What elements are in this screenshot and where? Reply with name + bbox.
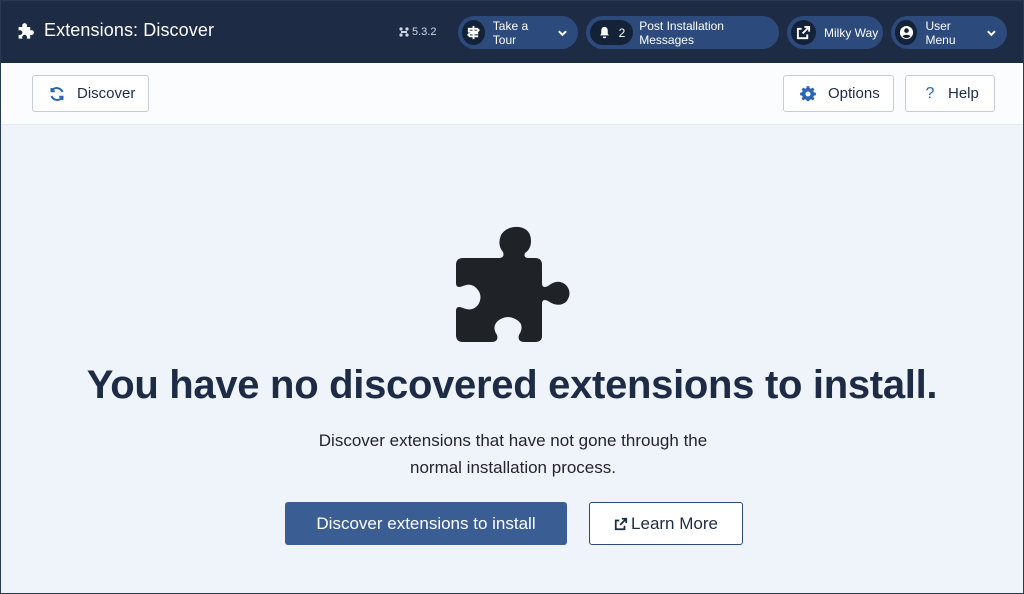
user-menu-label: User Menu xyxy=(925,18,956,47)
user-menu-button[interactable]: User Menu xyxy=(891,16,1007,49)
messages-indicator: 2 xyxy=(590,20,634,45)
brand: Extensions: Discover xyxy=(15,20,214,41)
messages-label: Post Installation Messages xyxy=(639,18,724,47)
take-a-tour-label: Take a Tour xyxy=(492,18,529,47)
learn-more-label: Learn More xyxy=(631,513,718,533)
version-badge: 5.3.2 xyxy=(399,26,436,38)
chevron-down-icon xyxy=(558,29,567,36)
app-window: Extensions: Discover 5.3.2 Take a Tour 2 xyxy=(0,0,1024,594)
help-label: Help xyxy=(948,85,979,102)
bell-icon xyxy=(599,26,609,39)
puzzle-icon xyxy=(453,225,573,343)
site-label: Milky Way xyxy=(824,25,879,40)
learn-more-button[interactable]: Learn More xyxy=(589,502,743,545)
signpost-icon xyxy=(462,20,485,45)
refresh-icon xyxy=(50,86,64,101)
user-circle-icon xyxy=(895,20,918,45)
gear-icon xyxy=(800,85,816,101)
header-bar: Extensions: Discover 5.3.2 Take a Tour 2 xyxy=(1,1,1023,63)
empty-state-description: Discover extensions that have not gone t… xyxy=(318,431,708,477)
toolbar: Discover Options ? Help xyxy=(1,63,1023,125)
empty-state-heading: You have no discovered extensions to ins… xyxy=(86,363,938,407)
options-button[interactable]: Options xyxy=(783,75,894,112)
puzzle-icon xyxy=(18,22,34,39)
help-button[interactable]: ? Help xyxy=(905,75,995,112)
question-icon: ? xyxy=(925,84,935,102)
messages-count: 2 xyxy=(618,25,626,40)
external-link-icon xyxy=(614,517,628,530)
page-title: Extensions: Discover xyxy=(44,20,215,40)
options-label: Options xyxy=(828,85,880,102)
chevron-down-icon xyxy=(987,30,996,36)
discover-button[interactable]: Discover xyxy=(32,75,149,112)
take-a-tour-button[interactable]: Take a Tour xyxy=(458,16,578,49)
discover-extensions-button[interactable]: Discover extensions to install xyxy=(285,502,567,545)
joomla-logo-icon xyxy=(399,27,409,37)
discover-label: Discover xyxy=(77,85,136,102)
site-link-button[interactable]: Milky Way xyxy=(787,16,883,49)
empty-state: You have no discovered extensions to ins… xyxy=(1,125,1023,593)
external-link-icon xyxy=(791,20,816,45)
post-installation-messages-button[interactable]: 2 Post Installation Messages xyxy=(586,16,779,49)
version-text: 5.3.2 xyxy=(412,26,437,38)
